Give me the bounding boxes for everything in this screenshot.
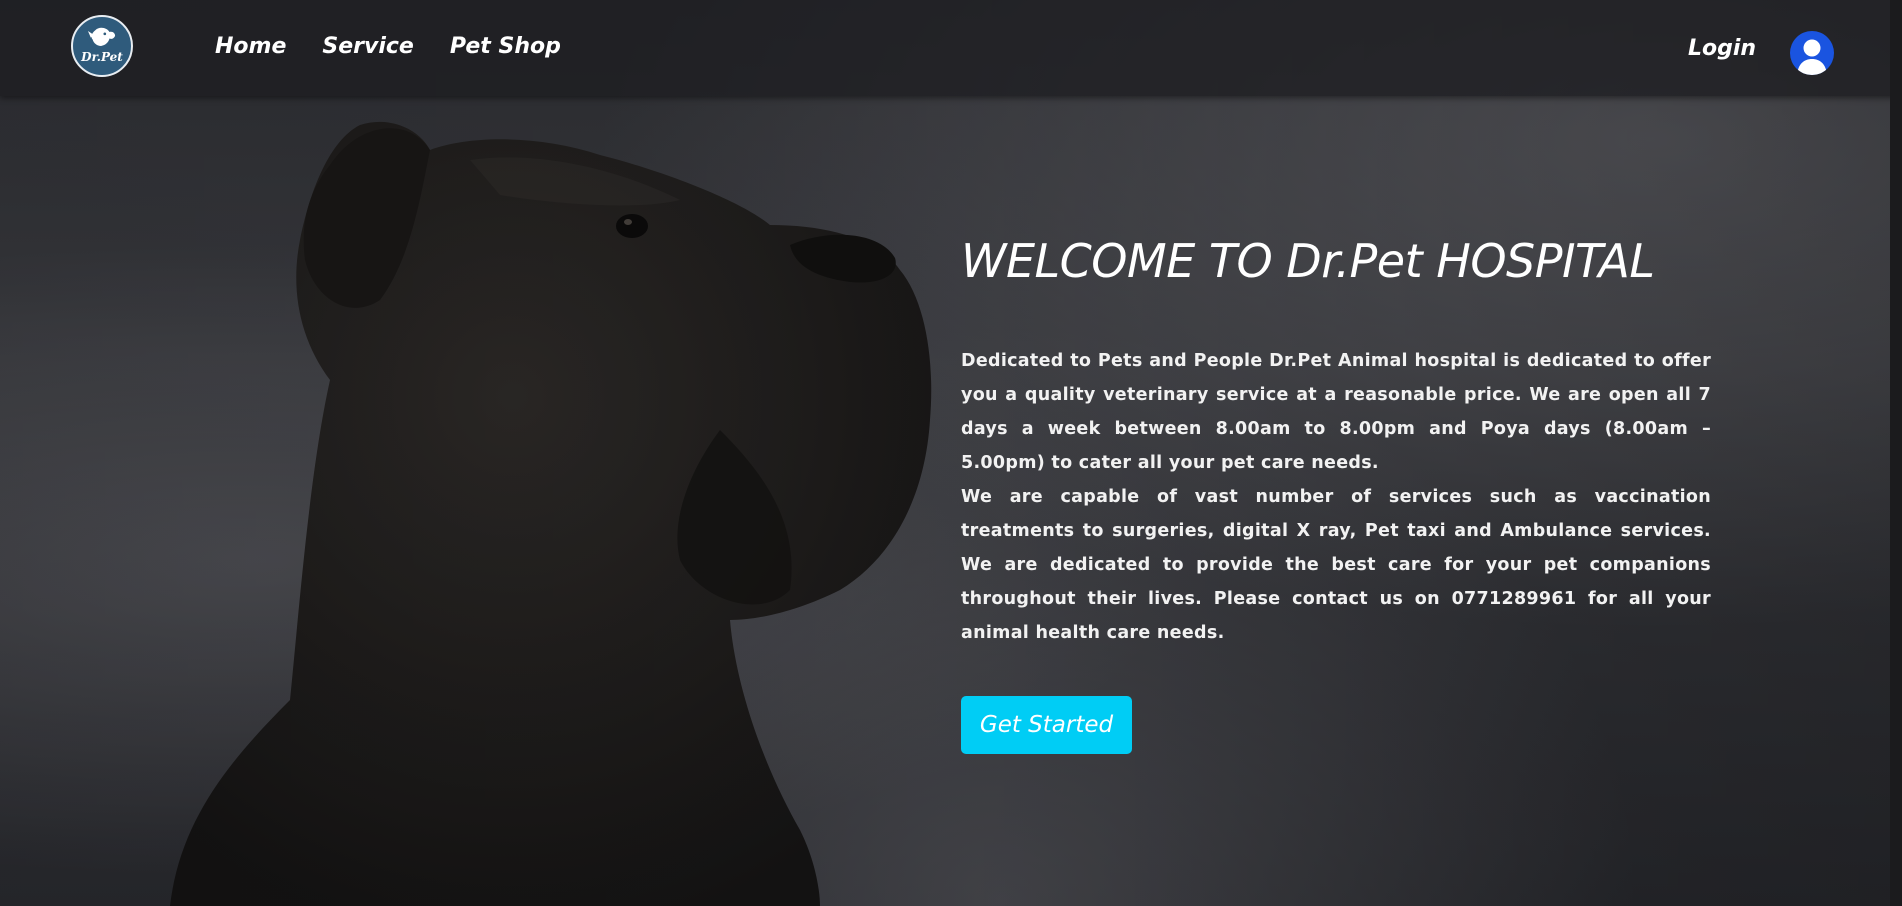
logo[interactable]: Dr.Pet <box>71 15 133 77</box>
dog-cat-logo-icon <box>87 27 116 46</box>
user-avatar-button[interactable] <box>1790 31 1834 75</box>
nav-home[interactable]: Home <box>215 36 286 58</box>
logo-text: Dr.Pet <box>81 50 123 64</box>
user-avatar-icon <box>1797 39 1827 75</box>
main-nav: Home Service Pet Shop <box>215 36 561 58</box>
hero-paragraph-1: Dedicated to Pets and People Dr.Pet Anim… <box>961 350 1711 473</box>
nav-pet-shop[interactable]: Pet Shop <box>450 36 561 58</box>
get-started-button[interactable]: Get Started <box>961 695 1132 754</box>
hero-paragraph-2: We are capable of vast number of service… <box>961 486 1711 643</box>
navbar: Dr.Pet Home Service Pet Shop Login <box>0 0 1902 96</box>
nav-service[interactable]: Service <box>322 36 413 58</box>
hero-headline: WELCOME TO Dr.Pet HOSPITAL <box>961 234 1655 288</box>
login-link[interactable]: Login <box>1688 38 1756 60</box>
hero-content: WELCOME TO Dr.Pet HOSPITAL Dedicated to … <box>961 235 1711 754</box>
hero-description: Dedicated to Pets and People Dr.Pet Anim… <box>961 344 1711 650</box>
page-scrollbar[interactable] <box>1890 0 1902 906</box>
page: Dr.Pet Home Service Pet Shop Login WELCO… <box>0 0 1902 906</box>
